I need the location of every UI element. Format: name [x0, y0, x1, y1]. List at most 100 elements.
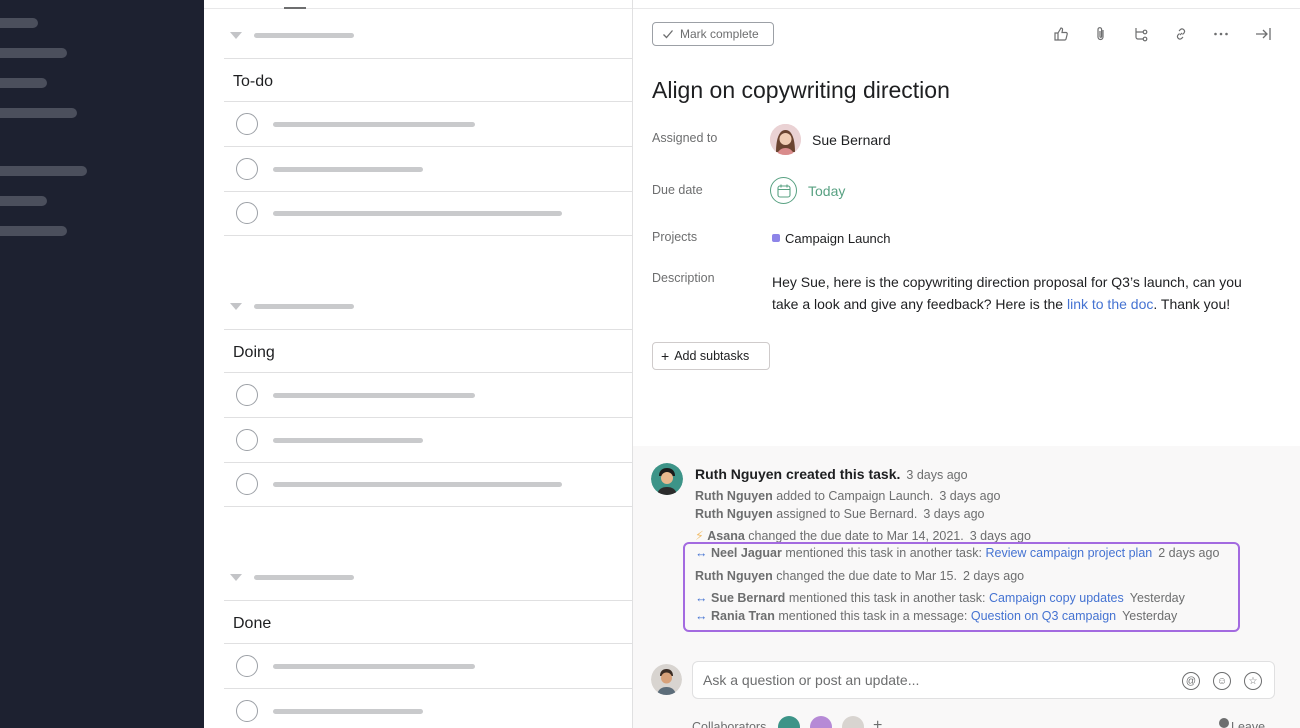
task-name-placeholder: [273, 122, 475, 127]
actor[interactable]: Sue Bernard: [711, 591, 785, 605]
collaborators-label: Collaborators: [692, 720, 767, 728]
actor[interactable]: Ruth Nguyen: [695, 569, 773, 583]
divider: [224, 600, 632, 601]
add-subtasks-button[interactable]: + Add subtasks: [652, 342, 770, 370]
calendar-icon[interactable]: [770, 177, 797, 204]
activity-item: Ruth Nguyen assigned to Sue Bernard. 3 da…: [695, 507, 985, 521]
timestamp: 3 days ago: [969, 529, 1031, 543]
task-row[interactable]: [224, 373, 632, 417]
activity-text: mentioned this task in a message:: [778, 609, 968, 623]
divider: [204, 8, 632, 9]
section-header-placeholder: [254, 33, 354, 38]
complete-checkbox[interactable]: [236, 202, 258, 224]
projects-label: Projects: [652, 230, 698, 244]
sidebar-item-placeholder[interactable]: [0, 166, 87, 176]
assignee-avatar[interactable]: [770, 124, 801, 155]
attachment-icon[interactable]: [1091, 24, 1111, 44]
description-text[interactable]: Hey Sue, here is the copywriting directi…: [772, 271, 1272, 315]
project-name[interactable]: Campaign Launch: [785, 231, 891, 246]
sidebar-item-placeholder[interactable]: [0, 226, 67, 236]
add-subtasks-label: Add subtasks: [674, 349, 750, 363]
assigned-to-label: Assigned to: [652, 131, 718, 145]
task-link[interactable]: Campaign copy updates: [989, 591, 1124, 605]
add-collaborator-icon[interactable]: +: [873, 717, 882, 728]
sidebar-item-placeholder[interactable]: [0, 108, 77, 118]
task-row[interactable]: [224, 102, 632, 146]
task-row[interactable]: [224, 644, 632, 688]
mention-arrows-icon: ↔: [695, 591, 708, 605]
plus-icon: +: [661, 348, 670, 364]
complete-checkbox[interactable]: [236, 113, 258, 135]
task-row[interactable]: [224, 418, 632, 462]
comment-input[interactable]: Ask a question or post an update... @ ☺ …: [692, 661, 1275, 699]
link-icon[interactable]: [1171, 24, 1191, 44]
activity-created: Ruth Nguyen created this task. 3 days ago: [695, 466, 968, 482]
like-icon[interactable]: [1051, 24, 1071, 44]
more-options-icon[interactable]: [1211, 24, 1231, 44]
divider: [633, 8, 1300, 9]
subtask-icon[interactable]: [1131, 24, 1151, 44]
task-name-placeholder: [273, 393, 475, 398]
task-name-placeholder: [273, 211, 562, 216]
activity-text: assigned to Sue Bernard.: [776, 507, 918, 521]
actor[interactable]: Rania Tran: [711, 609, 775, 623]
description-end: . Thank you!: [1153, 296, 1231, 312]
task-title[interactable]: Align on copywriting direction: [652, 77, 950, 104]
task-row[interactable]: [224, 147, 632, 191]
collapse-caret-icon[interactable]: [230, 303, 242, 310]
complete-checkbox[interactable]: [236, 384, 258, 406]
collaborator-avatar[interactable]: [778, 716, 800, 728]
activity-text: changed the due date to Mar 15.: [776, 569, 957, 583]
actor[interactable]: Ruth Nguyen: [695, 507, 773, 521]
assignee-name[interactable]: Sue Bernard: [812, 132, 891, 148]
actor[interactable]: Ruth Nguyen: [695, 489, 773, 503]
bell-icon: [1219, 718, 1229, 728]
sidebar-item-placeholder[interactable]: [0, 78, 47, 88]
collapse-caret-icon[interactable]: [230, 574, 242, 581]
collapse-caret-icon[interactable]: [230, 32, 242, 39]
timestamp: Yesterday: [1129, 591, 1185, 605]
activity-text: mentioned this task in another task:: [785, 546, 982, 560]
sidebar-item-placeholder[interactable]: [0, 18, 38, 28]
task-row[interactable]: [224, 191, 632, 235]
sidebar-item-placeholder[interactable]: [0, 196, 47, 206]
divider: [224, 329, 632, 330]
task-row[interactable]: [224, 689, 632, 728]
creator-avatar[interactable]: [651, 463, 683, 495]
activity-item: Ruth Nguyen added to Campaign Launch. 3 d…: [695, 489, 1001, 503]
comment-placeholder: Ask a question or post an update...: [703, 672, 920, 688]
due-date-value[interactable]: Today: [808, 183, 845, 199]
complete-checkbox[interactable]: [236, 655, 258, 677]
star-icon[interactable]: ☆: [1244, 672, 1262, 690]
divider: [224, 58, 632, 59]
timestamp: 2 days ago: [1158, 546, 1220, 560]
message-link[interactable]: Question on Q3 campaign: [971, 609, 1116, 623]
section-title: To-do: [233, 73, 274, 90]
complete-checkbox[interactable]: [236, 158, 258, 180]
sidebar-item-placeholder[interactable]: [0, 48, 67, 58]
task-link[interactable]: Review campaign project plan: [985, 546, 1152, 560]
activity-feed: Ruth Nguyen created this task. 3 days ago…: [633, 446, 1300, 728]
collaborator-avatar[interactable]: [810, 716, 832, 728]
complete-checkbox[interactable]: [236, 700, 258, 722]
collaborator-avatar[interactable]: [842, 716, 864, 728]
doc-link[interactable]: link to the doc: [1067, 296, 1153, 312]
actor[interactable]: Asana: [707, 529, 745, 543]
task-row[interactable]: [224, 462, 632, 506]
leave-button[interactable]: Leave: [1231, 720, 1265, 728]
mark-complete-button[interactable]: Mark complete: [652, 22, 774, 46]
mention-arrows-icon: ↔: [695, 546, 708, 560]
complete-checkbox[interactable]: [236, 473, 258, 495]
emoji-icon[interactable]: ☺: [1213, 672, 1231, 690]
close-pane-icon[interactable]: [1253, 24, 1273, 44]
actor[interactable]: Neel Jaguar: [711, 546, 782, 560]
project-color-dot: [772, 234, 780, 242]
sidebar: [0, 0, 204, 728]
activity-item: ↔ Neel Jaguar mentioned this task in ano…: [695, 546, 1219, 560]
task-name-placeholder: [273, 438, 423, 443]
task-name-placeholder: [273, 709, 423, 714]
complete-checkbox[interactable]: [236, 429, 258, 451]
activity-item: Ruth Nguyen changed the due date to Mar …: [695, 569, 1024, 583]
task-list: To-do Doing Done: [204, 0, 632, 728]
mention-icon[interactable]: @: [1182, 672, 1200, 690]
